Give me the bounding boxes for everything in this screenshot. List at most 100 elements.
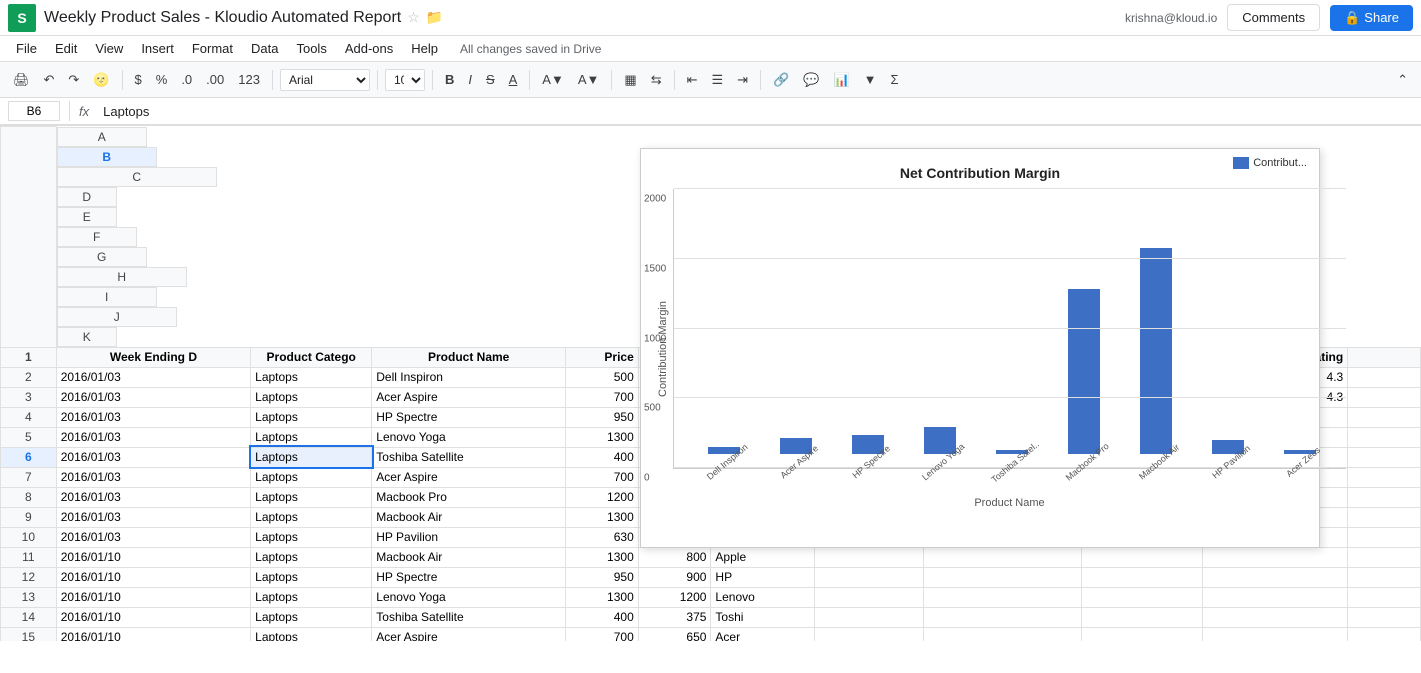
document-title[interactable]: Weekly Product Sales - Kloudio Automated…	[44, 9, 401, 27]
menu-edit[interactable]: Edit	[47, 39, 85, 58]
cell-r13-c7[interactable]	[924, 587, 1081, 607]
format-123-button[interactable]: 123	[233, 69, 265, 90]
cell-r14-c9[interactable]	[1202, 607, 1347, 627]
cell-r12-c1[interactable]: Laptops	[251, 567, 372, 587]
cell-r14-c1[interactable]: Laptops	[251, 607, 372, 627]
bar-group[interactable]: Dell Inspiron	[694, 193, 754, 468]
cell-r7-c0[interactable]: 2016/01/03	[56, 467, 250, 487]
paint-format-button[interactable]: 🌝	[88, 69, 114, 91]
cell-r15-c9[interactable]	[1202, 627, 1347, 641]
cell-r11-c7[interactable]	[924, 547, 1081, 567]
cell-r12-c2[interactable]: HP Spectre	[372, 567, 566, 587]
cell-r9-c0[interactable]: 2016/01/03	[56, 507, 250, 527]
cell-r13-c0[interactable]: 2016/01/10	[56, 587, 250, 607]
cell-r14-c7[interactable]	[924, 607, 1081, 627]
col-header-f[interactable]: F	[57, 227, 137, 247]
cell-r4-c1[interactable]: Laptops	[251, 407, 372, 427]
cell-r4-c2[interactable]: HP Spectre	[372, 407, 566, 427]
menu-tools[interactable]: Tools	[288, 39, 334, 58]
filter-button[interactable]: ▼	[859, 69, 882, 90]
cell-r3-c1[interactable]: Laptops	[251, 387, 372, 407]
insert-link-button[interactable]: 🔗	[768, 69, 794, 91]
cell-r13-c4[interactable]: 1200	[638, 587, 711, 607]
cell-r6-c0[interactable]: 2016/01/03	[56, 447, 250, 467]
menu-insert[interactable]: Insert	[133, 39, 182, 58]
comments-button[interactable]: Comments	[1227, 4, 1320, 31]
cell-r15-c7[interactable]	[924, 627, 1081, 641]
col-header-b[interactable]: B	[57, 147, 157, 167]
cell-r11-c9[interactable]	[1202, 547, 1347, 567]
cell-r9-c2[interactable]: Macbook Air	[372, 507, 566, 527]
cell-r5-c1[interactable]: Laptops	[251, 427, 372, 447]
insert-chart-button[interactable]: 📊	[828, 69, 854, 91]
cell-r2-c1[interactable]: Laptops	[251, 367, 372, 387]
cell-r11-c2[interactable]: Macbook Air	[372, 547, 566, 567]
cell-r13-c1[interactable]: Laptops	[251, 587, 372, 607]
menu-help[interactable]: Help	[403, 39, 446, 58]
font-select[interactable]: Arial	[280, 69, 370, 91]
cell-r14-c2[interactable]: Toshiba Satellite	[372, 607, 566, 627]
cell-r14-c6[interactable]	[815, 607, 924, 627]
cell-r10-c0[interactable]: 2016/01/03	[56, 527, 250, 547]
cell-r13-c8[interactable]	[1081, 587, 1202, 607]
star-icon[interactable]: ☆	[407, 9, 420, 26]
cell-r11-c5[interactable]: Apple	[711, 547, 815, 567]
col-header-h[interactable]: H	[57, 267, 187, 287]
cell-r10-c1[interactable]: Laptops	[251, 527, 372, 547]
cell-r15-c5[interactable]: Acer	[711, 627, 815, 641]
cell-r3-c2[interactable]: Acer Aspire	[372, 387, 566, 407]
align-center-button[interactable]: ☰	[707, 69, 729, 91]
cell-r12-c7[interactable]	[924, 567, 1081, 587]
col-header-e[interactable]: E	[57, 207, 117, 227]
cell-r8-c3[interactable]: 1200	[566, 487, 639, 507]
bar-group[interactable]: HP Pavilion	[1198, 193, 1258, 468]
cell-r15-c6[interactable]	[815, 627, 924, 641]
col-header-j[interactable]: J	[57, 307, 177, 327]
share-button[interactable]: 🔒 Share	[1330, 5, 1413, 31]
cell-r13-c6[interactable]	[815, 587, 924, 607]
cell-r8-c0[interactable]: 2016/01/03	[56, 487, 250, 507]
italic-button[interactable]: I	[463, 69, 477, 90]
cell-r15-c4[interactable]: 650	[638, 627, 711, 641]
cell-r13-c3[interactable]: 1300	[566, 587, 639, 607]
cell-r5-c0[interactable]: 2016/01/03	[56, 427, 250, 447]
formula-content[interactable]: Laptops	[99, 102, 1413, 121]
decimal-dec-button[interactable]: .0	[176, 69, 197, 90]
header-week-ending[interactable]: Week Ending D	[56, 347, 250, 367]
cell-r13-c5[interactable]: Lenovo	[711, 587, 815, 607]
menu-data[interactable]: Data	[243, 39, 286, 58]
strikethrough-button[interactable]: S	[481, 69, 500, 90]
cell-r7-c1[interactable]: Laptops	[251, 467, 372, 487]
print-button[interactable]: 🖨	[8, 69, 35, 91]
undo-button[interactable]: ↶	[39, 69, 60, 91]
cell-r2-c2[interactable]: Dell Inspiron	[372, 367, 566, 387]
col-header-a[interactable]: A	[57, 127, 147, 147]
borders-button[interactable]: ▦	[619, 69, 641, 91]
cell-r14-c3[interactable]: 400	[566, 607, 639, 627]
bar-macbook-pro[interactable]	[1068, 289, 1100, 454]
cell-r12-c5[interactable]: HP	[711, 567, 815, 587]
menu-file[interactable]: File	[8, 39, 45, 58]
bar-group[interactable]: Acer Zeus	[1270, 193, 1330, 468]
cell-r14-c0[interactable]: 2016/01/10	[56, 607, 250, 627]
cell-r11-c8[interactable]	[1081, 547, 1202, 567]
cell-r4-c0[interactable]: 2016/01/03	[56, 407, 250, 427]
cell-r3-c0[interactable]: 2016/01/03	[56, 387, 250, 407]
redo-button[interactable]: ↷	[63, 69, 84, 91]
fill-color-button[interactable]: A▼	[537, 69, 569, 90]
bar-group[interactable]: Macbook Pro	[1054, 193, 1114, 468]
cell-r7-c2[interactable]: Acer Aspire	[372, 467, 566, 487]
cell-r9-c1[interactable]: Laptops	[251, 507, 372, 527]
cell-r6-c1[interactable]: Laptops	[251, 447, 372, 467]
cell-r5-c2[interactable]: Lenovo Yoga	[372, 427, 566, 447]
currency-button[interactable]: $	[130, 69, 147, 90]
cell-r12-c6[interactable]	[815, 567, 924, 587]
col-header-i[interactable]: I	[57, 287, 157, 307]
header-price[interactable]: Price	[566, 347, 639, 367]
cell-r12-c0[interactable]: 2016/01/10	[56, 567, 250, 587]
col-header-g[interactable]: G	[57, 247, 147, 267]
cell-r9-c3[interactable]: 1300	[566, 507, 639, 527]
folder-icon[interactable]: 📁	[426, 9, 443, 26]
cell-r12-c9[interactable]	[1202, 567, 1347, 587]
cell-r14-c8[interactable]	[1081, 607, 1202, 627]
